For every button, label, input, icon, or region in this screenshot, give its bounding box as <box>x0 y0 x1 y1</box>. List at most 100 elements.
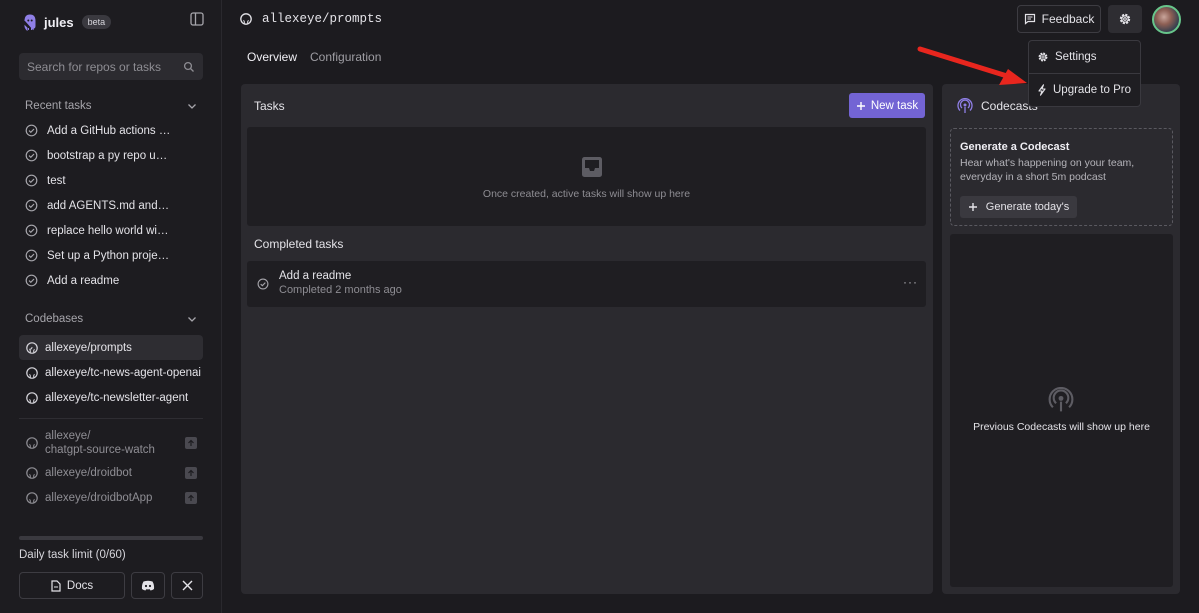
github-icon <box>240 13 252 25</box>
other-repo-list: allexeye/ chatgpt-source-watch allexeye/… <box>19 428 203 510</box>
new-task-label: New task <box>870 99 919 112</box>
discord-icon <box>141 580 155 591</box>
repo-title: allexeye/prompts <box>240 12 382 26</box>
repo-title-label: allexeye/prompts <box>262 12 383 26</box>
check-circle-icon <box>25 199 38 212</box>
upload-icon[interactable] <box>185 466 197 479</box>
annotation-arrow-icon <box>917 46 1027 85</box>
upload-icon[interactable] <box>185 437 197 449</box>
github-icon <box>26 437 38 449</box>
generate-codecast-heading: Generate a Codecast <box>960 141 1070 153</box>
upload-icon[interactable] <box>185 491 197 504</box>
feedback-label: Feedback <box>1041 12 1095 26</box>
document-icon <box>51 579 61 592</box>
completed-task-row[interactable]: Add a readme Completed 2 months ago ··· <box>247 261 926 307</box>
check-circle-icon <box>25 274 38 287</box>
plus-icon <box>856 101 865 110</box>
recent-tasks-label: Recent tasks <box>25 100 92 112</box>
gear-icon <box>1038 52 1048 62</box>
check-circle-icon <box>25 149 38 162</box>
recent-task-item[interactable]: Set up a Python project ... <box>25 243 205 268</box>
repo-item[interactable]: allexeye/ chatgpt-source-watch <box>19 428 203 458</box>
tasks-panel: Tasks New task Once created, active task… <box>241 84 933 594</box>
check-circle-icon <box>25 224 38 237</box>
chevron-down-icon[interactable] <box>187 101 197 111</box>
recent-task-item[interactable]: Add a GitHub actions wo... <box>25 118 205 143</box>
codebase-item[interactable]: allexeye/tc-news-agent-openai <box>19 360 203 385</box>
x-button[interactable] <box>171 572 203 599</box>
codebase-label: allexeye/tc-newsletter-agent <box>45 391 189 404</box>
codecasts-header: Codecasts <box>957 98 1038 114</box>
previous-codecasts-empty-state: Previous Codecasts will show up here <box>950 234 1173 587</box>
avatar[interactable] <box>1152 5 1181 34</box>
menu-item-upgrade[interactable]: Upgrade to Pro <box>1029 74 1140 106</box>
chevron-down-icon[interactable] <box>187 314 197 324</box>
brand[interactable]: jules beta <box>22 12 112 32</box>
tab-configuration[interactable]: Configuration <box>310 50 381 64</box>
recent-task-item[interactable]: add AGENTS.md and fill i... <box>25 193 205 218</box>
codebase-item[interactable]: allexeye/prompts <box>19 335 203 360</box>
repo-item[interactable]: allexeye/droidbot <box>19 460 203 485</box>
more-options-icon[interactable]: ··· <box>903 275 918 289</box>
generate-today-button[interactable]: Generate today's <box>960 196 1077 218</box>
completed-task-status: Completed 2 months ago <box>279 284 402 296</box>
feedback-icon <box>1024 13 1035 25</box>
search-box[interactable] <box>19 53 203 80</box>
generate-codecast-description: Hear what's happening on your team, ever… <box>960 157 1135 183</box>
menu-item-upgrade-label: Upgrade to Pro <box>1053 84 1131 96</box>
previous-codecasts-message: Previous Codecasts will show up here <box>973 421 1150 433</box>
completed-task-title: Add a readme <box>279 270 352 282</box>
new-task-button[interactable]: New task <box>849 93 925 118</box>
sidebar: jules beta Recent tasks Add a GitHub act… <box>0 0 222 613</box>
plus-icon <box>968 203 977 211</box>
github-icon <box>26 391 38 404</box>
github-icon <box>26 366 38 379</box>
lightning-icon <box>1038 84 1046 96</box>
codebases-label: Codebases <box>25 313 84 325</box>
sidebar-divider <box>19 418 203 419</box>
active-tasks-empty-state: Once created, active tasks will show up … <box>247 127 926 226</box>
codebases-header[interactable]: Codebases <box>25 313 197 325</box>
check-circle-icon <box>25 124 38 137</box>
repo-label: allexeye/droidbot <box>45 466 132 479</box>
docs-button[interactable]: Docs <box>19 572 125 599</box>
podcast-icon <box>957 98 973 113</box>
feedback-button[interactable]: Feedback <box>1017 5 1101 33</box>
recent-task-label: Add a readme <box>47 274 120 287</box>
recent-task-label: bootstrap a py repo usin... <box>47 149 171 162</box>
tab-overview[interactable]: Overview <box>247 50 297 64</box>
beta-badge: beta <box>81 15 112 29</box>
discord-button[interactable] <box>131 572 165 599</box>
github-icon <box>26 341 38 354</box>
tasks-title: Tasks <box>254 99 285 113</box>
codebase-label: allexeye/prompts <box>45 341 132 354</box>
codebase-label: allexeye/tc-news-agent-openai <box>45 366 201 379</box>
repo-label: allexeye/ <box>45 430 91 442</box>
sidebar-toggle-icon[interactable] <box>189 11 205 27</box>
inbox-tray-icon <box>582 157 602 177</box>
podcast-icon <box>1048 387 1074 412</box>
app-name: jules <box>44 14 74 30</box>
search-input[interactable] <box>27 59 183 74</box>
recent-task-item[interactable]: bootstrap a py repo usin... <box>25 143 205 168</box>
recent-task-item[interactable]: test <box>25 168 205 193</box>
github-icon <box>26 491 38 504</box>
docs-label: Docs <box>66 579 94 592</box>
recent-task-label: replace hello world with ... <box>47 224 171 237</box>
sidebar-footer: Docs <box>19 572 203 599</box>
repo-label-line2: chatgpt-source-watch <box>45 444 155 456</box>
empty-tasks-message: Once created, active tasks will show up … <box>482 188 691 200</box>
recent-task-item[interactable]: replace hello world with ... <box>25 218 205 243</box>
github-icon <box>26 466 38 479</box>
settings-button[interactable] <box>1108 5 1142 33</box>
generate-today-label: Generate today's <box>985 201 1070 213</box>
recent-tasks-header[interactable]: Recent tasks <box>25 100 197 112</box>
menu-item-settings[interactable]: Settings <box>1029 41 1140 73</box>
repo-item[interactable]: allexeye/droidbotApp <box>19 485 203 510</box>
recent-task-item[interactable]: Add a readme <box>25 268 205 293</box>
jules-logo-icon <box>24 14 36 31</box>
recent-task-label: Set up a Python project ... <box>47 249 171 262</box>
settings-dropdown-menu: Settings Upgrade to Pro <box>1028 40 1141 107</box>
completed-tasks-header: Completed tasks <box>254 237 344 251</box>
codebase-item[interactable]: allexeye/tc-newsletter-agent <box>19 385 203 410</box>
